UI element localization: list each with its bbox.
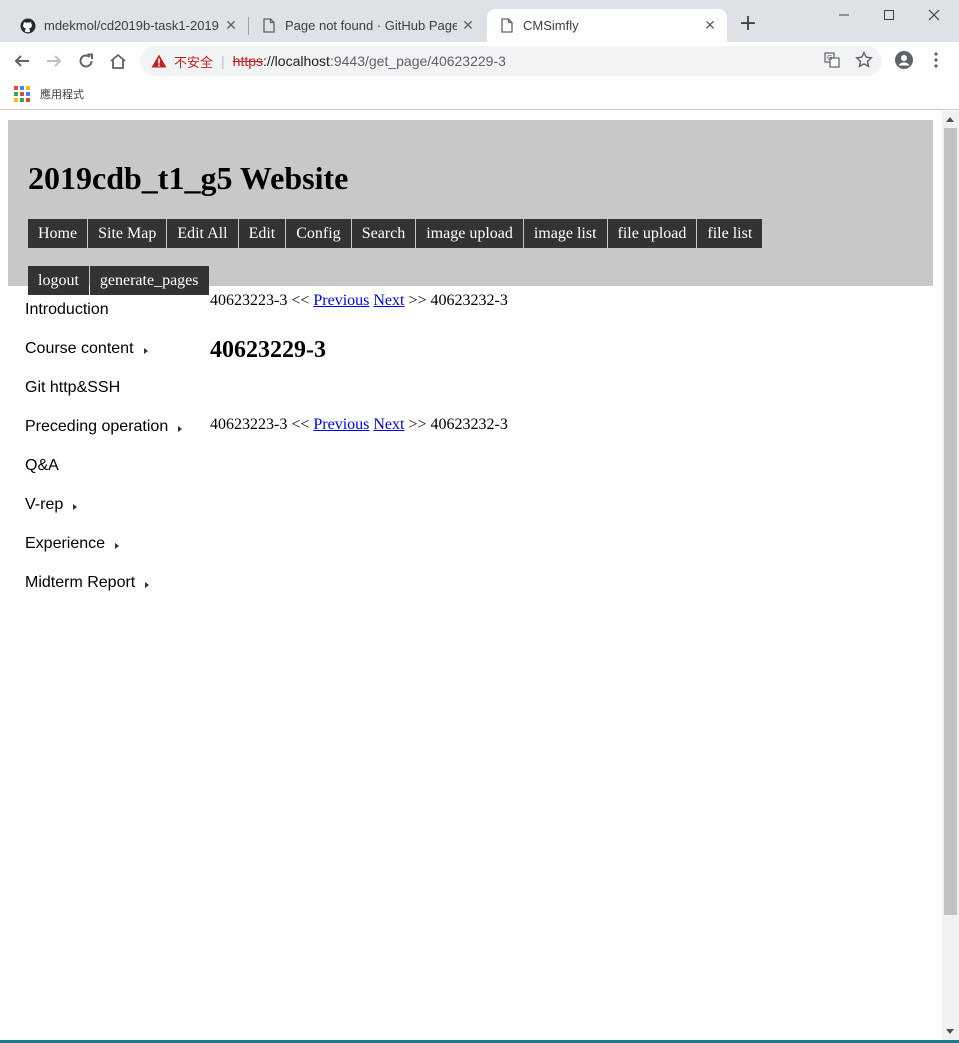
sidebar-item-label: Introduction [25, 301, 109, 318]
previous-link[interactable]: Previous [313, 292, 369, 309]
close-tab-icon[interactable]: ✕ [699, 17, 721, 34]
translate-icon[interactable]: G [822, 50, 842, 70]
menu-config[interactable]: Config [286, 219, 351, 248]
prev-arrow: << [291, 416, 310, 433]
menu-image-upload[interactable]: image upload [416, 219, 523, 248]
more-menu-icon[interactable] [926, 50, 946, 70]
url-scheme: https [232, 53, 264, 69]
submenu-arrow-icon [178, 426, 183, 432]
apps-label: 應用程式 [40, 88, 84, 101]
bookmarks-bar: 應用程式 [0, 80, 959, 110]
next-page-id: 40623232-3 [430, 416, 508, 433]
sidebar-item-midterm-report[interactable]: Midterm Report [25, 574, 182, 613]
profile-avatar-icon[interactable] [894, 50, 914, 70]
menu-image-list[interactable]: image list [523, 219, 607, 248]
close-tab-icon[interactable]: ✕ [220, 17, 242, 34]
secondary-menu: logout generate_pages [28, 266, 210, 295]
close-tab-icon[interactable]: ✕ [457, 17, 479, 34]
menu-logout[interactable]: logout [28, 266, 89, 295]
document-icon [261, 18, 277, 34]
submenu-arrow-icon [143, 348, 148, 354]
submenu-arrow-icon [115, 543, 120, 549]
pager-top: 40623223-3 << Previous Next >> 40623232-… [210, 291, 508, 311]
github-icon [20, 18, 36, 34]
prev-page-id: 40623223-3 [210, 292, 288, 309]
next-link[interactable]: Next [373, 292, 404, 309]
back-arrow-icon[interactable] [10, 49, 34, 73]
pager-bottom: 40623223-3 << Previous Next >> 40623232-… [210, 415, 508, 435]
sidebar-item-preceding-operation[interactable]: Preceding operation [25, 418, 183, 457]
tab-github-repo[interactable]: mdekmol/cd2019b-task1-2019 ✕ [8, 9, 248, 42]
scrollbar-thumb[interactable] [944, 128, 957, 915]
home-icon[interactable] [106, 49, 130, 73]
next-page-id: 40623232-3 [430, 292, 508, 309]
menu-generate-pages[interactable]: generate_pages [89, 266, 209, 295]
tab-cmsimfly[interactable]: CMSimfly ✕ [487, 9, 727, 42]
previous-link[interactable]: Previous [313, 416, 369, 433]
sidebar-item-label: Course content [25, 340, 134, 357]
scroll-down-arrow-icon[interactable] [946, 1029, 954, 1034]
reload-icon[interactable] [74, 49, 98, 73]
minimize-icon[interactable] [824, 4, 864, 26]
prev-page-id: 40623223-3 [210, 416, 288, 433]
url-host: ://localhost [263, 53, 330, 69]
address-bar[interactable]: 不安全 | https://localhost:9443/get_page/40… [140, 46, 882, 76]
sidebar-item-label: Midterm Report [25, 574, 136, 591]
new-tab-button[interactable]: + [737, 13, 759, 36]
main-menu: Home Site Map Edit All Edit Config Searc… [28, 219, 763, 248]
sidebar-item-label: Preceding operation [25, 418, 169, 435]
page-viewport: 2019cdb_t1_g5 Website Home Site Map Edit… [0, 111, 959, 1043]
tab-github-pages[interactable]: Page not found · GitHub Pages ✕ [249, 9, 485, 42]
forward-arrow-icon[interactable] [42, 49, 66, 73]
url-path: :9443/get_page/40623229-3 [329, 53, 506, 69]
sidebar-item-label: Experience [25, 535, 106, 552]
sidebar-item-v-rep[interactable]: V-rep [25, 496, 182, 535]
apps-grid-icon [14, 86, 30, 102]
vertical-scrollbar[interactable] [942, 111, 959, 1040]
next-link[interactable]: Next [373, 416, 404, 433]
warning-icon[interactable] [151, 53, 167, 69]
submenu-arrow-icon [145, 582, 150, 588]
document-icon [499, 18, 515, 34]
sidebar-item-experience[interactable]: Experience [25, 535, 182, 574]
site-header: 2019cdb_t1_g5 Website Home Site Map Edit… [8, 120, 933, 295]
sidebar-item-git[interactable]: Git http&SSH [25, 379, 182, 418]
menu-site-map[interactable]: Site Map [88, 219, 167, 248]
scroll-up-arrow-icon[interactable] [946, 117, 954, 122]
sidebar-nav: Introduction Course content Git http&SSH… [25, 301, 183, 613]
menu-edit[interactable]: Edit [238, 219, 286, 248]
sidebar-item-label: Git http&SSH [25, 379, 121, 396]
browser-toolbar: 不安全 | https://localhost:9443/get_page/40… [0, 42, 959, 80]
menu-search[interactable]: Search [351, 219, 416, 248]
sidebar-item-qa[interactable]: Q&A [25, 457, 182, 496]
maximize-icon[interactable] [869, 4, 909, 26]
close-window-icon[interactable] [914, 4, 954, 26]
sidebar-item-course-content[interactable]: Course content [25, 340, 182, 379]
tab-title: Page not found · GitHub Pages [285, 18, 457, 33]
tab-title: CMSimfly [523, 18, 579, 33]
sidebar-item-label: Q&A [25, 457, 59, 474]
omnibox-divider: | [221, 53, 225, 69]
submenu-arrow-icon [73, 504, 78, 510]
sidebar-item-label: V-rep [25, 496, 64, 513]
site-title: 2019cdb_t1_g5 Website [28, 160, 349, 196]
tab-title: mdekmol/cd2019b-task1-2019 [44, 18, 219, 33]
next-arrow: >> [408, 292, 427, 309]
menu-edit-all[interactable]: Edit All [167, 219, 238, 248]
next-arrow: >> [408, 416, 427, 433]
sidebar-item-introduction[interactable]: Introduction [25, 301, 182, 340]
prev-arrow: << [291, 292, 310, 309]
bookmark-star-icon[interactable] [854, 50, 874, 70]
menu-file-upload[interactable]: file upload [607, 219, 697, 248]
apps-shortcut[interactable]: 應用程式 [14, 86, 84, 102]
security-label[interactable]: 不安全 [174, 52, 213, 71]
menu-file-list[interactable]: file list [697, 219, 763, 248]
page-title: 40623229-3 [210, 337, 326, 363]
menu-home[interactable]: Home [28, 219, 88, 248]
browser-tabstrip: mdekmol/cd2019b-task1-2019 ✕ Page not fo… [0, 0, 959, 42]
main-content: 40623223-3 << Previous Next >> 40623232-… [210, 291, 508, 433]
svg-text:G: G [827, 54, 832, 62]
